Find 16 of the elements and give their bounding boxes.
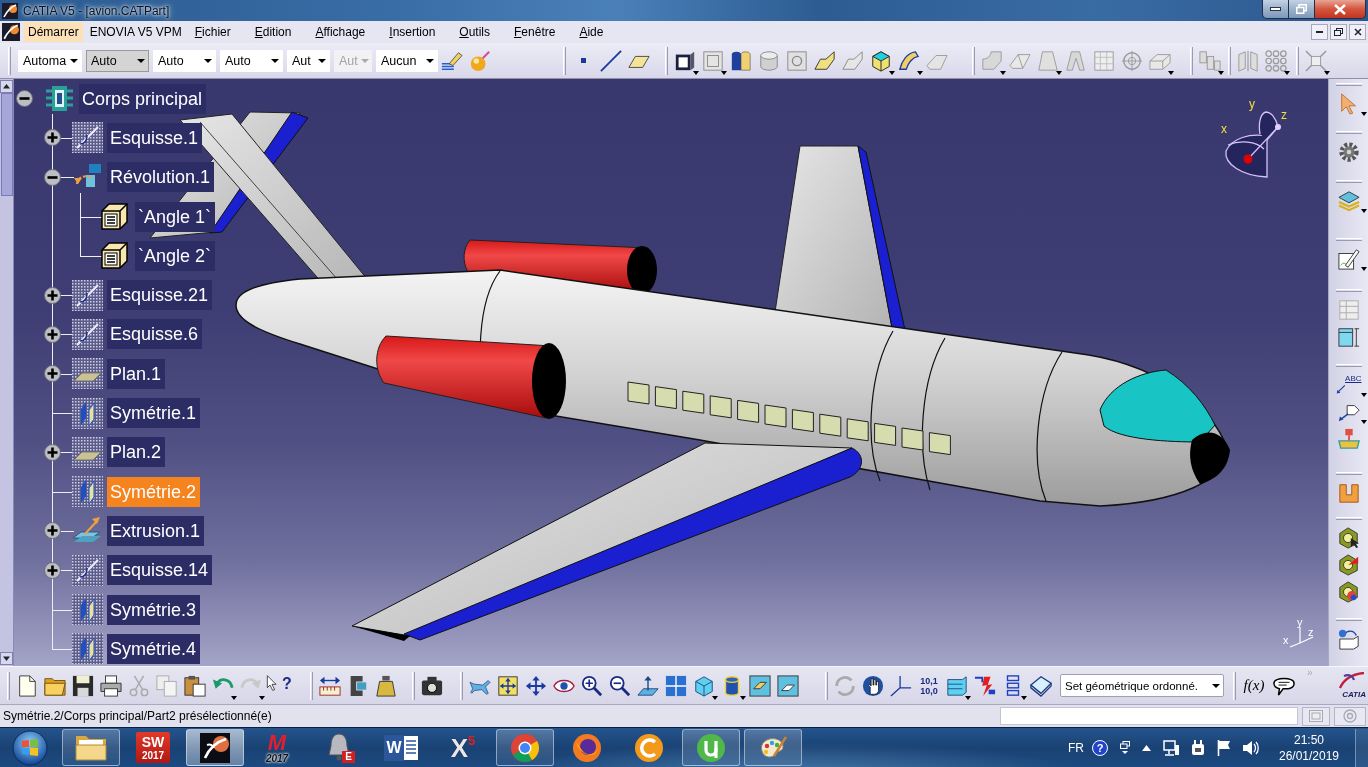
axis-label: x — [1283, 634, 1289, 646]
axis-label: z — [1281, 108, 1287, 122]
axis-label: z — [1308, 626, 1314, 638]
status-message: Symétrie.2/Corps principal/Part2 présélectionné(e) — [3, 709, 272, 723]
logo-text: 5 — [468, 733, 476, 748]
axis-label: x — [1221, 122, 1227, 136]
axis-label: y — [1297, 616, 1303, 628]
logo-text: CATIA — [1342, 690, 1366, 699]
logo-text: 2017 — [141, 749, 165, 761]
logo-text: 2017 — [265, 752, 289, 764]
logo-text: X — [450, 733, 469, 762]
axis-label: y — [1249, 97, 1255, 111]
window-title: CATIA V5 - [avion.CATPart] — [23, 3, 170, 18]
logo-tile: W — [384, 734, 404, 761]
logo-text: M — [267, 731, 287, 753]
logo-text: SW — [141, 734, 165, 750]
